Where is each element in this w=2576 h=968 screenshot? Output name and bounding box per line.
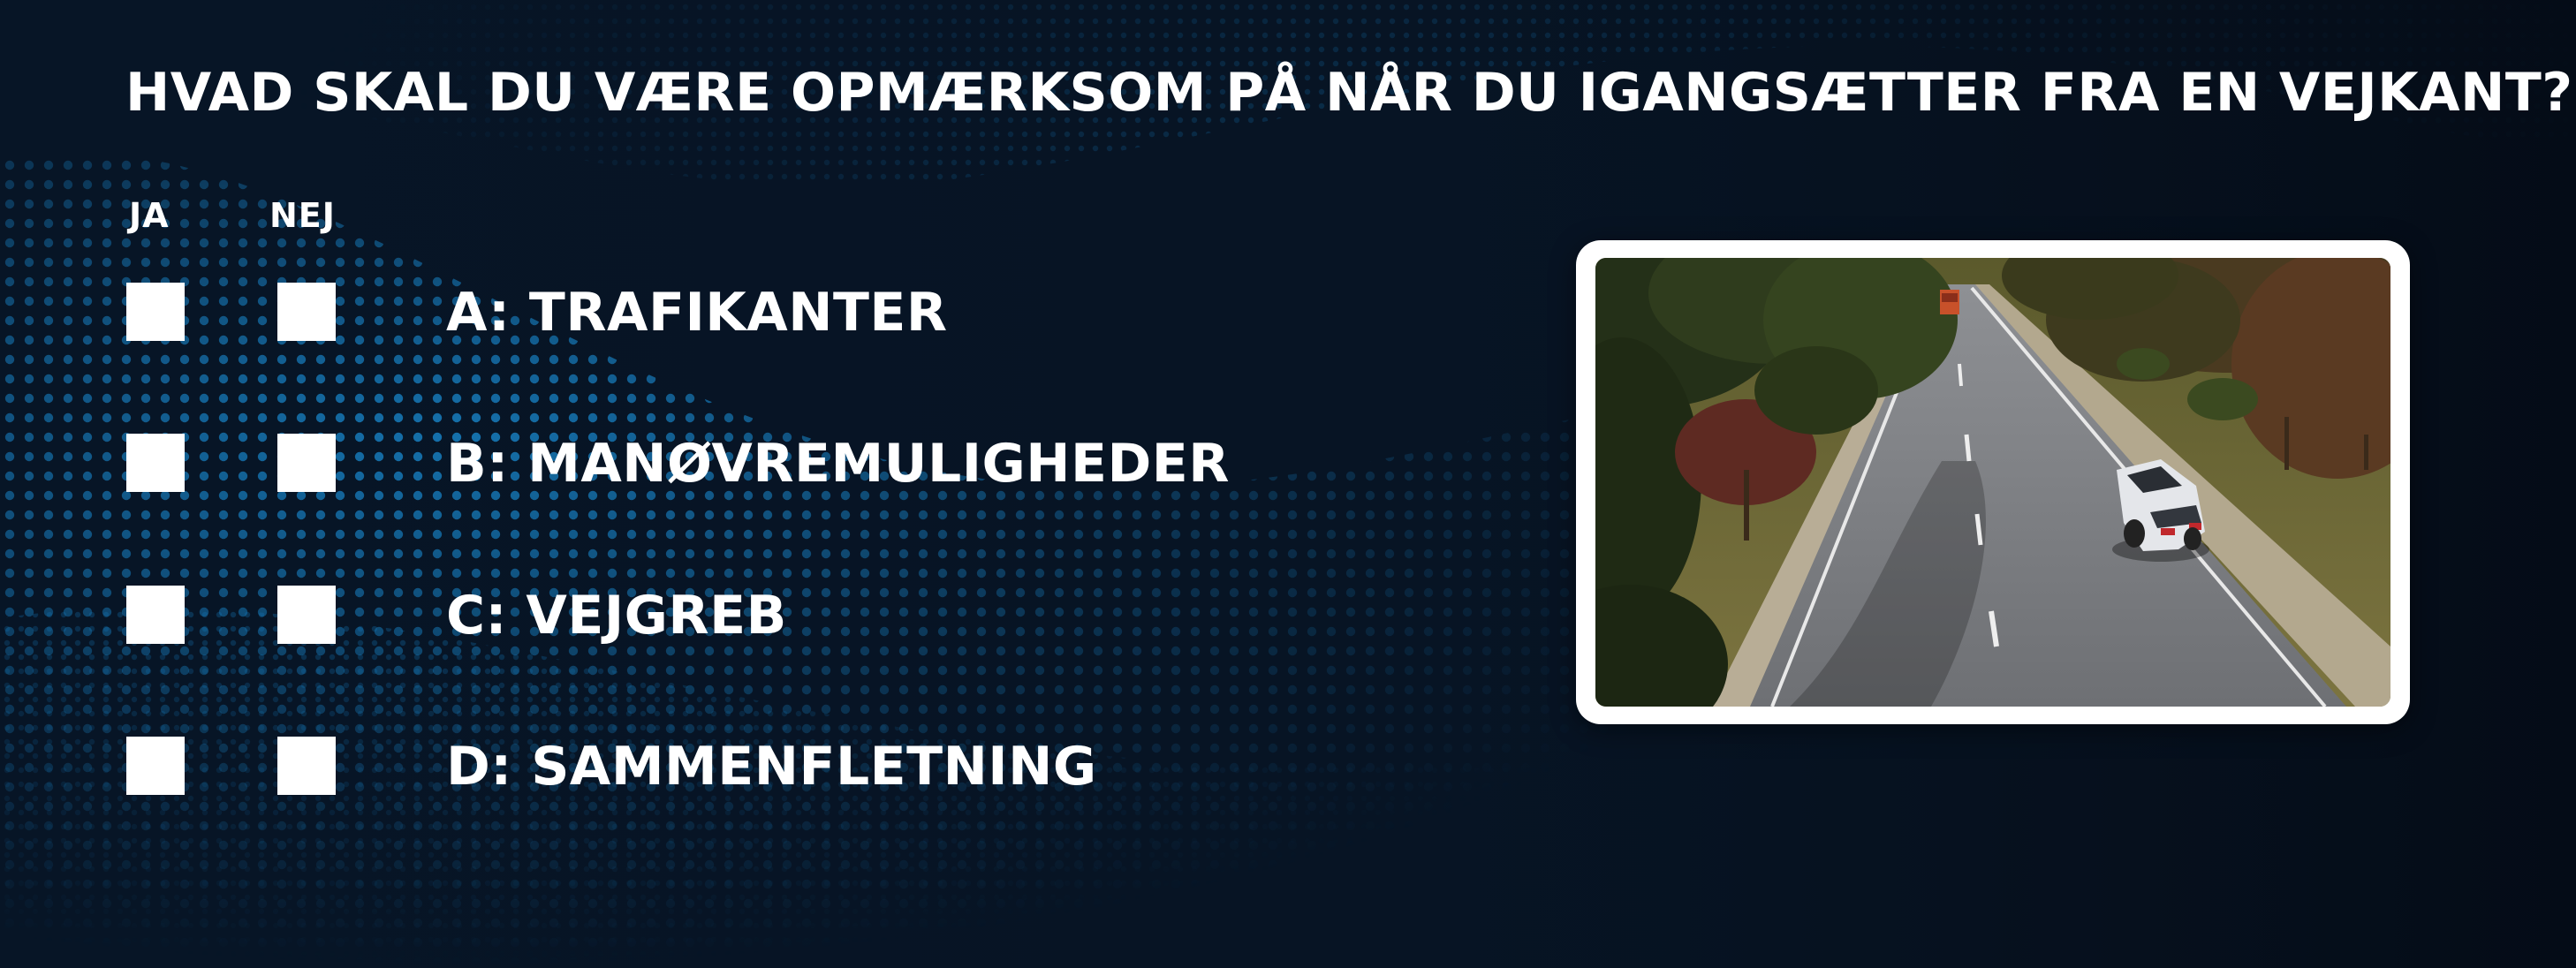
answer-row-c: C: VEJGREB xyxy=(0,585,1502,647)
answer-label-c: C: VEJGREB xyxy=(446,585,787,647)
answer-row-d: D: SAMMENFLETNING xyxy=(0,736,1502,798)
road-scene-image xyxy=(1595,258,2390,707)
checkbox-yes-a[interactable] xyxy=(126,283,185,341)
checkbox-no-c[interactable] xyxy=(277,586,336,644)
checkbox-yes-b[interactable] xyxy=(126,434,185,492)
quiz-screen: HVAD SKAL DU VÆRE OPMÆRKSOM PÅ NÅR DU IG… xyxy=(0,0,2576,968)
column-header-no: NEJ xyxy=(269,196,336,235)
answer-label-b: B: MANØVREMULIGHEDER xyxy=(446,433,1230,495)
checkbox-no-a[interactable] xyxy=(277,283,336,341)
illustration-frame xyxy=(1576,240,2410,724)
checkbox-no-b[interactable] xyxy=(277,434,336,492)
column-header-yes: JA xyxy=(129,196,170,235)
question-title: HVAD SKAL DU VÆRE OPMÆRKSOM PÅ NÅR DU IG… xyxy=(125,62,2573,124)
answer-label-a: A: TRAFIKANTER xyxy=(446,282,948,344)
answer-label-d: D: SAMMENFLETNING xyxy=(446,736,1097,798)
answer-row-b: B: MANØVREMULIGHEDER xyxy=(0,433,1502,495)
checkbox-yes-c[interactable] xyxy=(126,586,185,644)
checkbox-yes-d[interactable] xyxy=(126,737,185,795)
answer-row-a: A: TRAFIKANTER xyxy=(0,282,1502,344)
checkbox-no-d[interactable] xyxy=(277,737,336,795)
